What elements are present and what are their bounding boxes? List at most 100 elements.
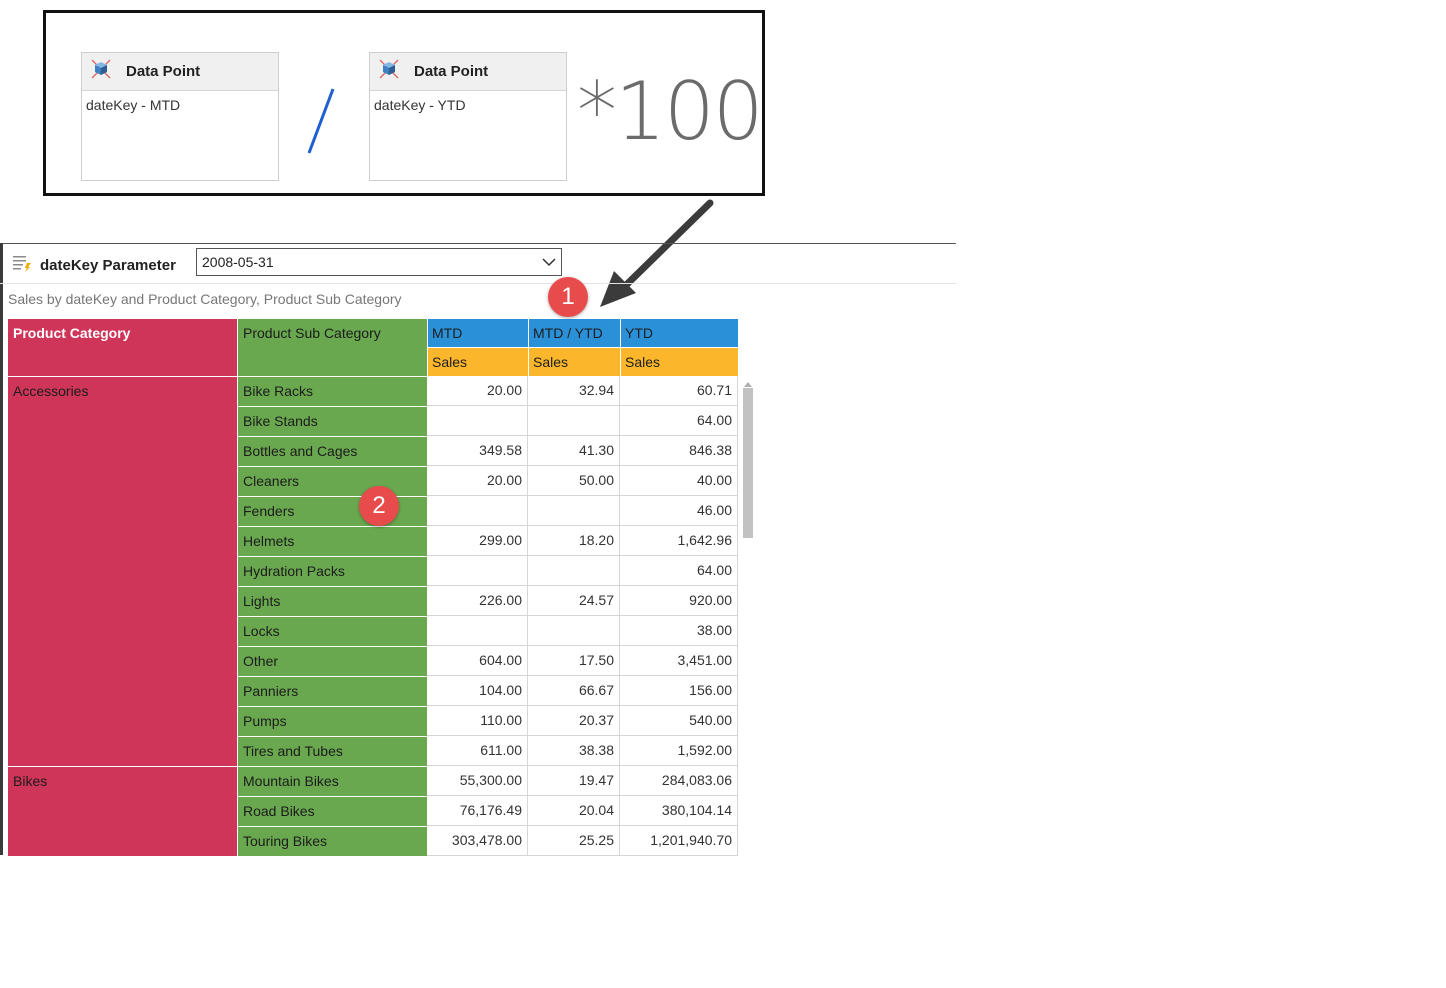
sub-category-cell[interactable]: Cleaners <box>237 466 427 496</box>
mtd-ytd-ratio-cell: 20.37 <box>528 706 620 736</box>
report-panel: dateKey Parameter 2008-05-31 Sales by da… <box>0 243 956 856</box>
mtd-sales-cell <box>427 496 528 526</box>
mtd-sales-cell <box>427 406 528 436</box>
sub-category-cell[interactable]: Tires and Tubes <box>237 736 427 766</box>
sub-category-cell[interactable]: Touring Bikes <box>237 826 427 856</box>
ytd-sales-cell: 1,592.00 <box>620 736 738 766</box>
ytd-sales-cell: 60.71 <box>620 376 738 406</box>
mtd-ytd-ratio-cell <box>528 496 620 526</box>
mtd-sales-cell <box>427 556 528 586</box>
divider <box>0 243 956 244</box>
ytd-sales-cell: 540.00 <box>620 706 738 736</box>
ytd-sales-cell: 46.00 <box>620 496 738 526</box>
mtd-sales-cell: 104.00 <box>427 676 528 706</box>
sub-category-cell[interactable]: Lights <box>237 586 427 616</box>
header-mtd-ytd[interactable]: MTD / YTD <box>528 319 620 348</box>
mtd-sales-cell: 76,176.49 <box>427 796 528 826</box>
mtd-sales-cell: 110.00 <box>427 706 528 736</box>
category-cell[interactable]: Accessories <box>8 376 237 766</box>
mtd-ytd-ratio-cell: 50.00 <box>528 466 620 496</box>
ytd-sales-cell: 40.00 <box>620 466 738 496</box>
mtd-sales-cell: 299.00 <box>427 526 528 556</box>
ytd-sales-cell: 64.00 <box>620 556 738 586</box>
panel-border <box>0 243 3 855</box>
parameter-list-icon <box>12 254 32 277</box>
sub-category-cell[interactable]: Bike Racks <box>237 376 427 406</box>
sub-category-cell[interactable]: Helmets <box>237 526 427 556</box>
formula-callout: Data Point dateKey - MTD Data Point date… <box>43 10 765 196</box>
sub-category-cell[interactable]: Locks <box>237 616 427 646</box>
multiplier-text: *100 <box>577 65 764 158</box>
mtd-ytd-ratio-cell: 38.38 <box>528 736 620 766</box>
callout-badge-2: 2 <box>359 486 399 526</box>
data-point-header: Data Point <box>82 53 278 91</box>
mtd-ytd-ratio-cell: 66.67 <box>528 676 620 706</box>
ytd-sales-cell: 1,642.96 <box>620 526 738 556</box>
sub-category-cell[interactable]: Fenders <box>237 496 427 526</box>
ytd-sales-cell: 156.00 <box>620 676 738 706</box>
sub-category-cell[interactable]: Mountain Bikes <box>237 766 427 796</box>
header-sales-mtd-ytd[interactable]: Sales <box>528 348 620 376</box>
mtd-ytd-ratio-cell <box>528 406 620 436</box>
mtd-sales-cell: 611.00 <box>427 736 528 766</box>
data-point-title: Data Point <box>414 63 489 80</box>
sub-category-cell[interactable]: Road Bikes <box>237 796 427 826</box>
divider <box>0 283 956 284</box>
mtd-ytd-ratio-cell: 25.25 <box>528 826 620 856</box>
mtd-sales-cell: 303,478.00 <box>427 826 528 856</box>
mtd-ytd-ratio-cell: 24.57 <box>528 586 620 616</box>
ytd-sales-cell: 920.00 <box>620 586 738 616</box>
header-mtd[interactable]: MTD <box>427 319 528 348</box>
mtd-sales-cell: 226.00 <box>427 586 528 616</box>
ytd-sales-cell: 846.38 <box>620 436 738 466</box>
mtd-ytd-ratio-cell: 18.20 <box>528 526 620 556</box>
ytd-sales-cell: 380,104.14 <box>620 796 738 826</box>
cube-icon <box>378 58 400 85</box>
mtd-ytd-ratio-cell: 32.94 <box>528 376 620 406</box>
sub-category-cell[interactable]: Other <box>237 646 427 676</box>
parameter-row: dateKey Parameter <box>12 251 176 279</box>
mtd-ytd-ratio-cell <box>528 616 620 646</box>
sub-category-cell[interactable]: Bike Stands <box>237 406 427 436</box>
mtd-ytd-ratio-cell: 41.30 <box>528 436 620 466</box>
cube-icon <box>90 58 112 85</box>
mtd-ytd-ratio-cell: 19.47 <box>528 766 620 796</box>
data-point-card-ytd[interactable]: Data Point dateKey - YTD <box>369 52 567 181</box>
sub-category-cell[interactable]: Panniers <box>237 676 427 706</box>
header-sales-mtd[interactable]: Sales <box>427 348 528 376</box>
header-product-category[interactable]: Product Category <box>8 319 237 376</box>
ytd-sales-cell: 3,451.00 <box>620 646 738 676</box>
header-sales-ytd[interactable]: Sales <box>620 348 738 376</box>
mtd-sales-cell: 20.00 <box>427 466 528 496</box>
header-product-sub-category[interactable]: Product Sub Category <box>237 319 427 376</box>
callout-badge-1: 1 <box>548 277 588 317</box>
mtd-sales-cell: 604.00 <box>427 646 528 676</box>
parameter-label: dateKey Parameter <box>40 256 176 274</box>
divide-operator <box>299 85 339 162</box>
header-ytd[interactable]: YTD <box>620 319 738 348</box>
mtd-sales-cell: 20.00 <box>427 376 528 406</box>
category-cell[interactable]: Bikes <box>8 766 237 856</box>
mtd-sales-cell: 349.58 <box>427 436 528 466</box>
mtd-ytd-ratio-cell: 20.04 <box>528 796 620 826</box>
sub-category-cell[interactable]: Pumps <box>237 706 427 736</box>
sub-category-cell[interactable]: Hydration Packs <box>237 556 427 586</box>
data-point-field: dateKey - MTD <box>86 97 181 113</box>
data-point-card-mtd[interactable]: Data Point dateKey - MTD <box>81 52 279 181</box>
ytd-sales-cell: 1,201,940.70 <box>620 826 738 856</box>
report-subtitle: Sales by dateKey and Product Category, P… <box>8 291 402 307</box>
mtd-sales-cell <box>427 616 528 646</box>
scrollbar-thumb[interactable] <box>743 388 753 538</box>
data-point-field: dateKey - YTD <box>374 97 466 113</box>
ytd-sales-cell: 38.00 <box>620 616 738 646</box>
date-parameter-dropdown[interactable]: 2008-05-31 <box>196 248 562 276</box>
ytd-sales-cell: 284,083.06 <box>620 766 738 796</box>
mtd-sales-cell: 55,300.00 <box>427 766 528 796</box>
mtd-ytd-ratio-cell <box>528 556 620 586</box>
chevron-down-icon[interactable] <box>541 255 557 272</box>
date-parameter-value: 2008-05-31 <box>202 254 274 270</box>
sub-category-cell[interactable]: Bottles and Cages <box>237 436 427 466</box>
mtd-ytd-ratio-cell: 17.50 <box>528 646 620 676</box>
ytd-sales-cell: 64.00 <box>620 406 738 436</box>
data-point-header: Data Point <box>370 53 566 91</box>
